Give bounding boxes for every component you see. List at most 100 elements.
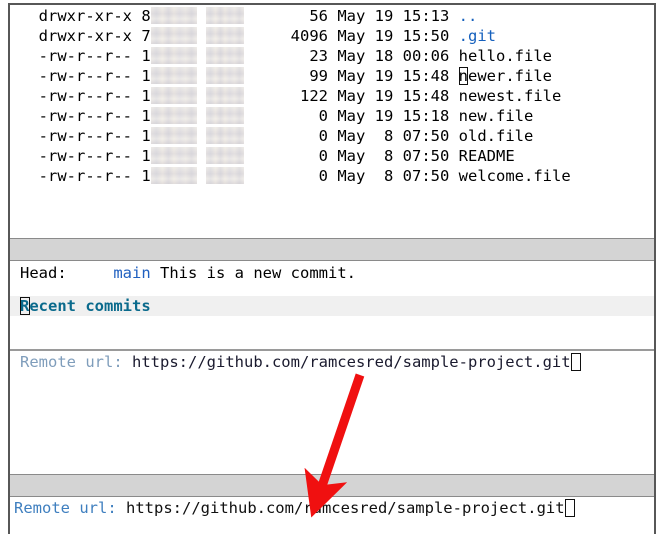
- dired-size: 99: [244, 67, 329, 85]
- dired-permissions: drwxr-xr-x: [20, 27, 142, 45]
- dired-size: 122: [244, 87, 329, 105]
- dired-link-count: 1: [141, 107, 151, 125]
- dired-permissions: -rw-r--r--: [20, 127, 142, 145]
- text-cursor-minibuffer: [564, 499, 575, 517]
- dired-link-count: 8: [141, 7, 151, 25]
- dired-owner-redacted: [150, 67, 197, 84]
- magit-section-title: Recent commits: [20, 297, 151, 315]
- dired-file-name[interactable]: welcome.file: [459, 167, 571, 185]
- dired-gap-owner-group: [197, 7, 206, 25]
- text-cursor-remote-frame: [570, 353, 581, 371]
- dired-buffer-window[interactable]: drwxr-xr-x 8 56 May 19 15:13 .. drwxr-xr…: [10, 5, 654, 238]
- dired-row[interactable]: -rw-r--r-- 1 0 May 19 15:18 new.file: [20, 106, 571, 126]
- dired-size: 4096: [244, 27, 329, 45]
- dired-gap-owner-group: [197, 147, 206, 165]
- dired-group-redacted: [206, 67, 245, 84]
- dired-group-redacted: [206, 167, 245, 184]
- dired-owner-redacted: [150, 127, 197, 144]
- dired-link-count: 1: [141, 147, 151, 165]
- dired-file-name[interactable]: README: [459, 147, 515, 165]
- minibuffer-prompt-row: Remote url: https://github.com/ramcesred…: [14, 498, 575, 519]
- dired-gap-owner-group: [197, 27, 206, 45]
- magit-head-gap2: [151, 264, 160, 282]
- dired-permissions: -rw-r--r--: [20, 147, 142, 165]
- dired-row[interactable]: -rw-r--r-- 1 122 May 19 15:48 newest.fil…: [20, 86, 571, 106]
- dired-permissions: drwxr-xr-x: [20, 7, 142, 25]
- dired-gap-owner-group: [197, 47, 206, 65]
- dired-permissions: -rw-r--r--: [20, 67, 142, 85]
- dired-permissions: -rw-r--r--: [20, 167, 142, 185]
- dired-file-list[interactable]: drwxr-xr-x 8 56 May 19 15:13 .. drwxr-xr…: [20, 6, 571, 186]
- dired-row[interactable]: drwxr-xr-x 8 56 May 19 15:13 ..: [20, 6, 571, 26]
- dired-file-name[interactable]: hello.file: [459, 47, 552, 65]
- dired-group-redacted: [206, 127, 245, 144]
- dired-size: 0: [244, 167, 329, 185]
- magit-head-branch[interactable]: main: [113, 264, 150, 282]
- dired-link-count: 1: [141, 167, 151, 185]
- dired-mode-line: U:%%- sample-project Bot (7,41) (Dired b…: [10, 238, 654, 261]
- remote-url-label: Remote url:: [20, 353, 123, 371]
- dired-file-name[interactable]: newer.file: [459, 67, 552, 85]
- dired-owner-redacted: [150, 87, 197, 104]
- dired-row[interactable]: -rw-r--r-- 1 99 May 19 15:48 newer.file: [20, 66, 571, 86]
- dired-owner-redacted: [150, 147, 197, 164]
- dired-gap-owner-group: [197, 87, 206, 105]
- dired-timestamp: May 19 15:18: [328, 107, 459, 125]
- magit-head-label: Head:: [20, 264, 67, 282]
- remote-url-value[interactable]: https://github.com/ramcesred/sample-proj…: [132, 353, 571, 371]
- minibuffer-prompt: Remote url:: [14, 499, 117, 517]
- magit-section-recent-commits[interactable]: Recent commits: [10, 296, 654, 316]
- dired-group-redacted: [206, 87, 245, 104]
- minibuffer[interactable]: Remote url: https://github.com/ramcesred…: [10, 497, 654, 534]
- magit-head-line: Head: main This is a new commit.: [20, 263, 356, 283]
- dired-row[interactable]: drwxr-xr-x 7 4096 May 19 15:50 .git: [20, 26, 571, 46]
- magit-status-window[interactable]: Head: main This is a new commit. Recent …: [10, 261, 654, 474]
- dired-timestamp: May 19 15:13: [328, 7, 459, 25]
- dired-size: 56: [244, 7, 329, 25]
- dired-row[interactable]: -rw-r--r-- 1 0 May 8 07:50 README: [20, 146, 571, 166]
- dired-size: 0: [244, 107, 329, 125]
- dired-owner-redacted: [150, 107, 197, 124]
- dired-timestamp: May 8 07:50: [328, 127, 459, 145]
- dired-row[interactable]: -rw-r--r-- 1 0 May 8 07:50 old.file: [20, 126, 571, 146]
- dired-row[interactable]: -rw-r--r-- 1 23 May 18 00:06 hello.file: [20, 46, 571, 66]
- dired-group-redacted: [206, 107, 245, 124]
- dired-gap-owner-group: [197, 67, 206, 85]
- dired-link-count: 1: [141, 67, 151, 85]
- dired-gap-owner-group: [197, 107, 206, 125]
- magit-mode-line: U:%%- magit: sample-project Top (3,0) (M…: [10, 474, 654, 497]
- dired-file-name[interactable]: old.file: [459, 127, 534, 145]
- remote-url-gap: [123, 353, 132, 371]
- dired-permissions: -rw-r--r--: [20, 107, 142, 125]
- dired-group-redacted: [206, 147, 245, 164]
- dired-link-count: 7: [141, 27, 151, 45]
- dired-file-name[interactable]: new.file: [459, 107, 534, 125]
- dired-link-count: 1: [141, 127, 151, 145]
- dired-file-name[interactable]: .git: [459, 27, 496, 45]
- dired-file-name[interactable]: ..: [459, 7, 478, 25]
- minibuffer-input-value[interactable]: https://github.com/ramcesred/sample-proj…: [126, 499, 565, 517]
- dired-owner-redacted: [150, 7, 197, 24]
- left-fringe: [10, 5, 19, 238]
- dired-permissions: -rw-r--r--: [20, 87, 142, 105]
- magit-head-gap: [67, 264, 114, 282]
- dired-timestamp: May 19 15:48: [328, 67, 459, 85]
- magit-head-message: This is a new commit.: [160, 264, 356, 282]
- dired-size: 0: [244, 147, 329, 165]
- dired-size: 23: [244, 47, 329, 65]
- dired-link-count: 1: [141, 87, 151, 105]
- dired-file-name[interactable]: newest.file: [459, 87, 562, 105]
- dired-size: 0: [244, 127, 329, 145]
- dired-timestamp: May 19 15:48: [328, 87, 459, 105]
- text-cursor-dired: [458, 67, 469, 85]
- dired-timestamp: May 8 07:50: [328, 167, 459, 185]
- dired-timestamp: May 18 00:06: [328, 47, 459, 65]
- remote-url-child-frame[interactable]: Remote url: https://github.com/ramcesred…: [10, 349, 654, 373]
- dired-timestamp: May 8 07:50: [328, 147, 459, 165]
- dired-owner-redacted: [150, 167, 197, 184]
- remote-url-text: Remote url: https://github.com/ramcesred…: [20, 352, 581, 373]
- text-cursor-magit: [20, 297, 30, 315]
- minibuffer-gap: [117, 499, 126, 517]
- dired-row[interactable]: -rw-r--r-- 1 0 May 8 07:50 welcome.file: [20, 166, 571, 186]
- dired-owner-redacted: [150, 27, 197, 44]
